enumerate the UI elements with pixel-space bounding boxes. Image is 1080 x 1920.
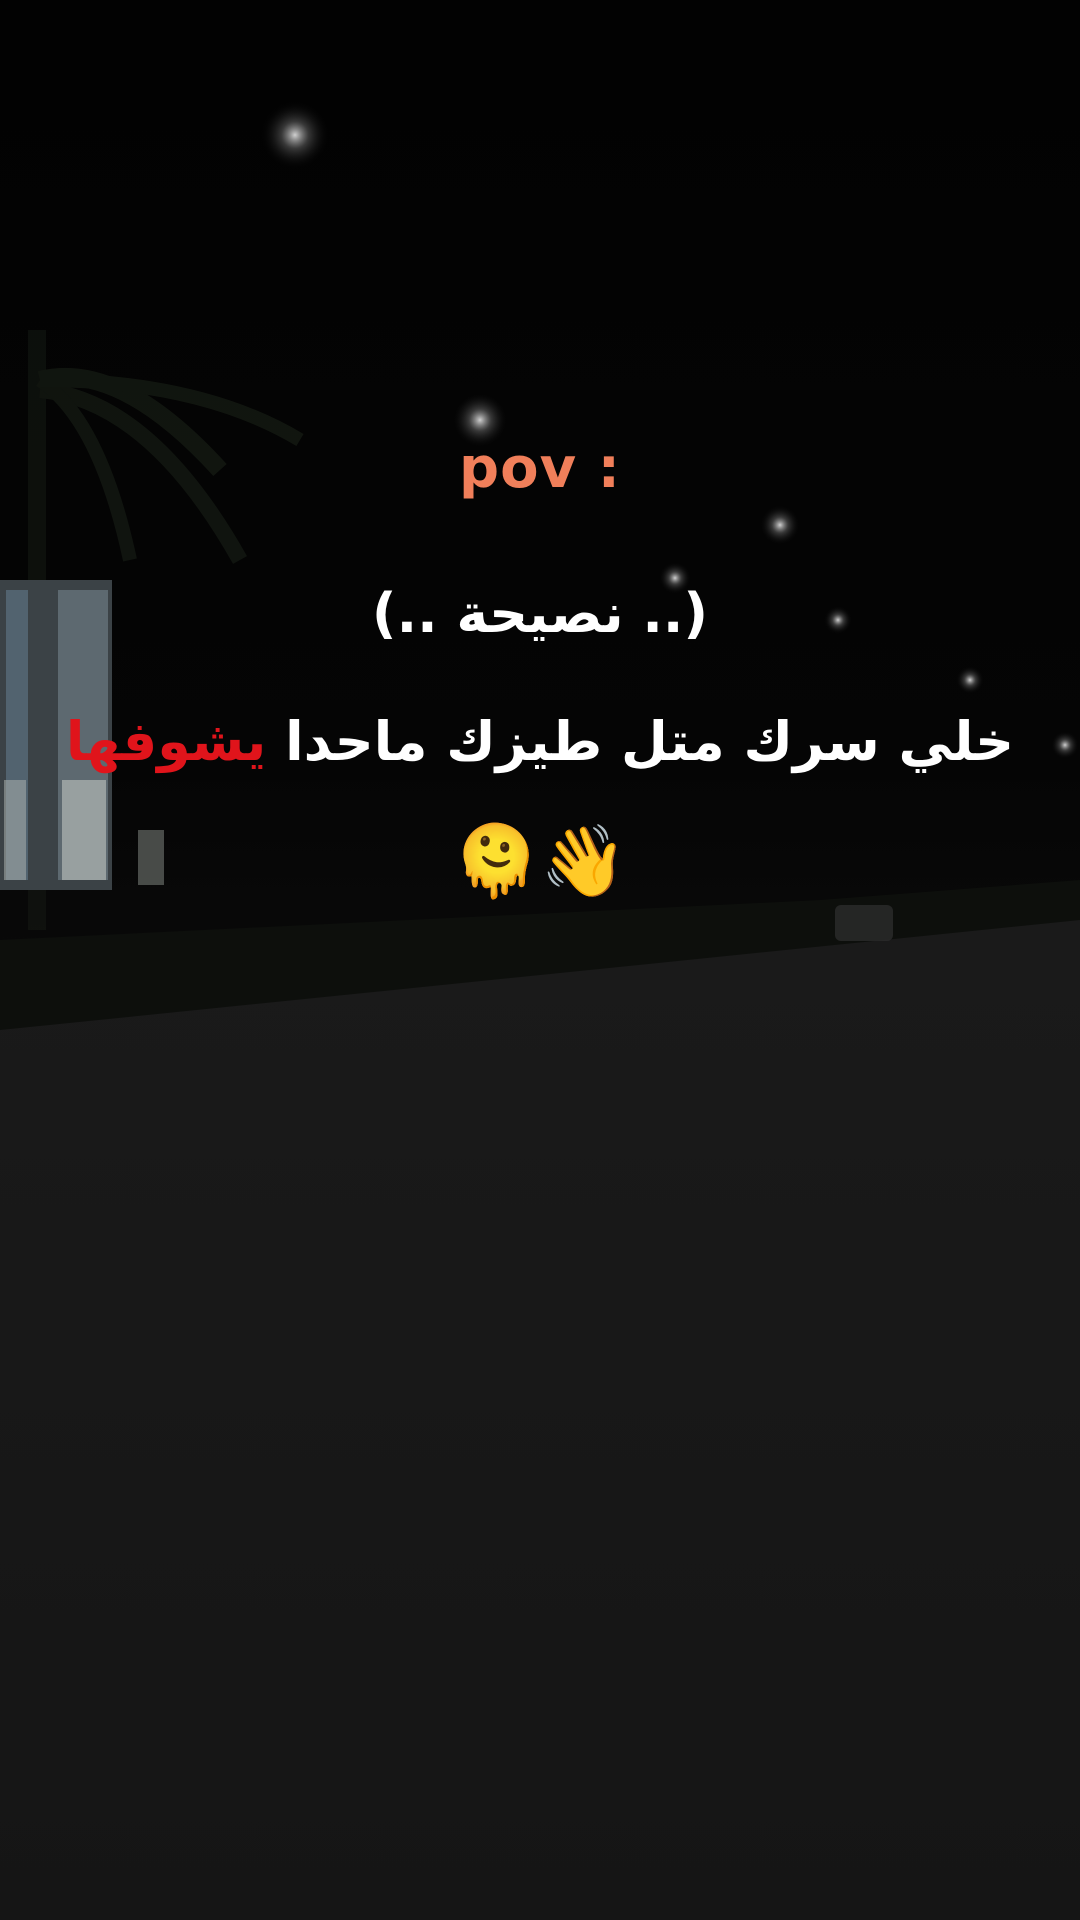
message-line: خلي سرك متل طيزك ماحدا يشوفها: [0, 710, 1080, 773]
advice-heading: (.. نصيحة ..): [371, 582, 709, 645]
melting-face-and-waving-hand-icon: 🫠👋: [452, 820, 628, 902]
text-overlay: pov : (.. نصيحة ..) خلي سرك متل طيزك ماح…: [0, 0, 1080, 1920]
message-main-text: خلي سرك متل طيزك ماحدا: [285, 710, 1015, 773]
message-highlight-text: يشوفها: [65, 710, 267, 773]
pov-label: pov :: [459, 436, 621, 501]
